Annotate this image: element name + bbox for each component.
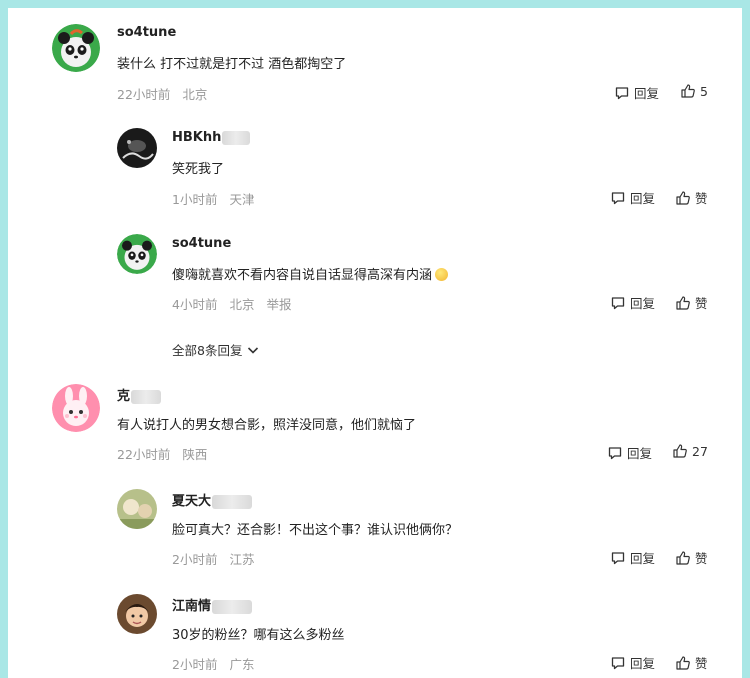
reply-button[interactable]: 回复 bbox=[614, 83, 659, 102]
reply-location: 广东 bbox=[229, 657, 255, 672]
thumbs-up-icon bbox=[676, 655, 690, 670]
comment-meta: 22小时前 北京 bbox=[117, 84, 215, 103]
reply-meta: 2小时前 广东 bbox=[172, 654, 262, 673]
comment-author[interactable]: 克 bbox=[117, 385, 162, 404]
comment-author[interactable]: so4tune bbox=[117, 25, 176, 40]
pink-bunny-avatar-icon[interactable] bbox=[52, 384, 100, 432]
comments-panel: so4tune 装什么 打不过就是打不过 酒色都掏空了 22小时前 北京 回复 … bbox=[8, 8, 742, 678]
reply-time: 2小时前 bbox=[172, 657, 218, 672]
reply-bubble-icon bbox=[611, 191, 625, 204]
panda-avatar-icon[interactable] bbox=[52, 24, 100, 72]
reply-bubble-icon bbox=[611, 551, 625, 564]
reply-bubble-icon bbox=[608, 446, 622, 459]
reply-button[interactable]: 回复 bbox=[610, 548, 655, 567]
person-avatar[interactable] bbox=[117, 594, 157, 634]
reply-author[interactable]: 江南情 bbox=[172, 595, 253, 614]
reply-text: 笑死我了 bbox=[172, 162, 225, 177]
like-count: 27 bbox=[692, 443, 708, 459]
reply-time: 4小时前 bbox=[172, 297, 218, 312]
dark-photo-avatar[interactable] bbox=[117, 128, 157, 168]
blurred-name bbox=[131, 389, 162, 404]
blurred-name bbox=[222, 130, 251, 145]
reply-time: 1小时前 bbox=[172, 192, 218, 207]
thumbs-up-icon bbox=[681, 84, 695, 98]
comment-text: 装什么 打不过就是打不过 酒色都掏空了 bbox=[117, 57, 347, 72]
like-button[interactable]: 赞 bbox=[675, 293, 708, 312]
thumbs-up-icon bbox=[676, 550, 690, 565]
reply-button[interactable]: 回复 bbox=[610, 188, 655, 207]
comment-time: 22小时前 bbox=[117, 87, 171, 102]
reply-button[interactable]: 回复 bbox=[607, 443, 652, 462]
blurred-name bbox=[212, 599, 253, 614]
reply-meta: 1小时前 天津 bbox=[172, 189, 262, 208]
thumbs-up-icon bbox=[676, 295, 690, 310]
blurred-name bbox=[212, 494, 253, 509]
reply-location: 北京 bbox=[229, 297, 255, 312]
reply-text: 脸可真大？还合影！不出这个事？谁认识他俩你？ bbox=[172, 523, 459, 538]
report-link[interactable]: 举报 bbox=[266, 297, 291, 312]
reply-author[interactable]: HBKhh bbox=[172, 130, 251, 145]
reply-bubble-icon bbox=[611, 656, 625, 669]
reply-location: 天津 bbox=[229, 192, 255, 207]
thumbs-up-icon bbox=[676, 190, 690, 205]
comment-location: 陕西 bbox=[182, 447, 208, 462]
photo-avatar[interactable] bbox=[117, 489, 157, 529]
reply-author[interactable]: 夏天大 bbox=[172, 490, 253, 509]
like-button[interactable]: 5 bbox=[680, 83, 708, 99]
like-button[interactable]: 赞 bbox=[675, 188, 708, 207]
like-count: 5 bbox=[700, 83, 708, 99]
reply-text: 傻嗨就喜欢不看内容自说自话显得高深有内涵 bbox=[172, 264, 449, 283]
comment-time: 22小时前 bbox=[117, 447, 171, 462]
show-all-replies-button[interactable]: 全部8条回复 bbox=[172, 340, 260, 359]
comment-meta: 22小时前 陕西 bbox=[117, 444, 215, 463]
thumbs-up-icon bbox=[673, 444, 687, 458]
like-button[interactable]: 赞 bbox=[675, 653, 708, 672]
comment-location: 北京 bbox=[182, 87, 208, 102]
like-button[interactable]: 27 bbox=[672, 443, 708, 459]
reply-button[interactable]: 回复 bbox=[610, 653, 655, 672]
smile-emoji-icon bbox=[435, 268, 449, 281]
chevron-down-icon bbox=[248, 346, 259, 354]
comment-text: 有人说打人的男女想合影，照洋没同意，他们就恼了 bbox=[117, 418, 417, 433]
reply-button[interactable]: 回复 bbox=[610, 293, 655, 312]
reply-author[interactable]: so4tune bbox=[172, 236, 231, 251]
reply-location: 江苏 bbox=[229, 552, 255, 567]
reply-bubble-icon bbox=[615, 86, 629, 99]
like-button[interactable]: 赞 bbox=[675, 548, 708, 567]
reply-time: 2小时前 bbox=[172, 552, 218, 567]
reply-meta: 2小时前 江苏 bbox=[172, 549, 262, 568]
reply-meta: 4小时前 北京 举报 bbox=[172, 294, 299, 313]
panda-avatar-icon[interactable] bbox=[117, 234, 157, 274]
reply-text: 30岁的粉丝？哪有这么多粉丝 bbox=[172, 628, 345, 643]
reply-bubble-icon bbox=[611, 296, 625, 309]
